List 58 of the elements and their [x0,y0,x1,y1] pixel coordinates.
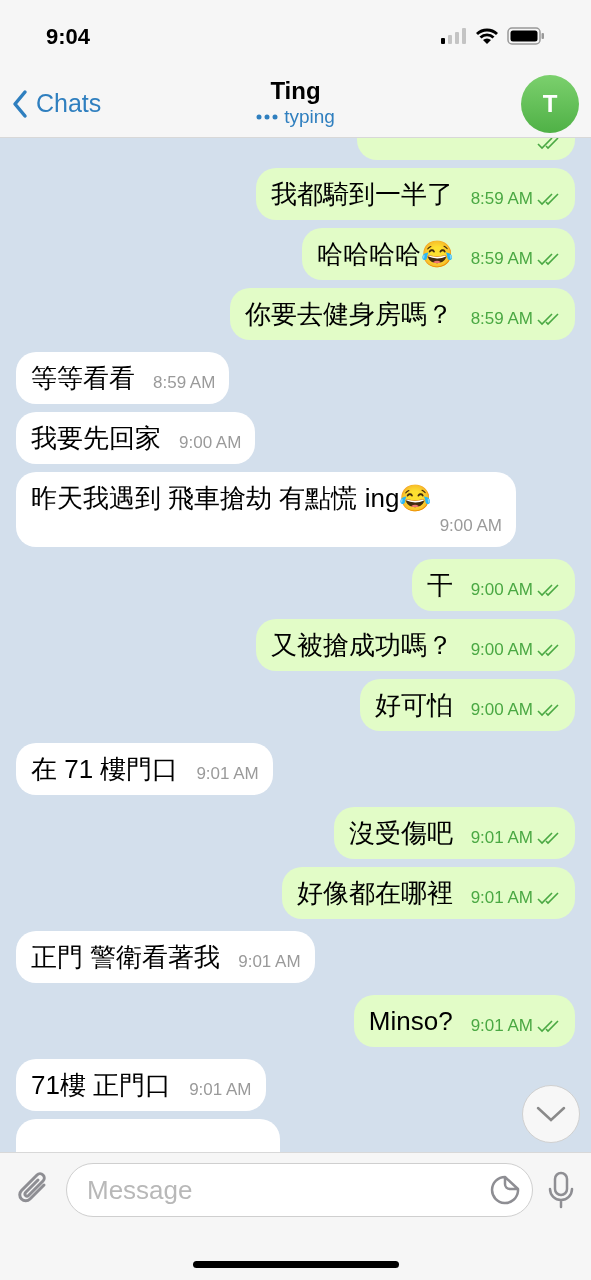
message-text: 你要去健身房嗎？ [244,298,453,331]
message-time: 8:59 AM [470,248,533,270]
outgoing-message-bubble[interactable]: 沒受傷吧 9:01 AM [333,807,575,859]
outgoing-message-bubble[interactable]: 好像都在哪裡 9:01 AM [281,867,575,919]
outgoing-message-bubble[interactable]: 好可怕 9:00 AM [359,679,575,731]
outgoing-message-bubble[interactable]: 干 9:00 AM [411,559,575,611]
back-chevron-icon [12,88,28,119]
outgoing-message-bubble[interactable]: 我都騎到一半了 8:59 AM [255,168,575,220]
message-text: 我要先回家 [31,422,161,455]
message-text: Minso? [368,1005,453,1038]
sticker-icon[interactable] [489,1174,521,1206]
signal-icon [441,28,467,44]
message-text: 又被搶成功嗎？ [270,629,453,662]
message-text: 等等看看 [31,362,135,395]
message-time: 9:01 AM [470,1015,533,1037]
message-time: 9:00 AM [439,515,502,537]
typing-dots-icon [256,113,279,121]
message-time: 9:01 AM [196,763,259,785]
message-time: 9:01 AM [470,887,533,909]
message-field[interactable]: Message [66,1163,533,1217]
message-text: 好可怕 [374,689,453,722]
typing-status: typing [284,106,335,128]
incoming-message-bubble[interactable]: 昨天我遇到 飛車搶劫 有點慌 ing😂 9:00 AM [16,472,516,547]
message-time: 9:00 AM [179,432,242,454]
message-time: 8:59 AM [470,308,533,330]
message-text: 我都騎到一半了 [270,178,453,211]
message-text: 71樓 正門口 [31,1069,172,1102]
message-text: 昨天我遇到 飛車搶劫 有點慌 ing😂 [31,482,432,515]
message-time: 9:01 AM [189,1079,252,1101]
outgoing-message-bubble[interactable]: 又被搶成功嗎？ 9:00 AM [255,619,575,671]
message-text: 哈哈哈哈😂 [316,238,453,271]
message-time: 8:59 AM [470,188,533,210]
message-text: 正門 警衛看著我 [31,941,221,974]
incoming-message-bubble[interactable]: 我要先回家 9:00 AM [16,412,256,464]
message-text: 干 [426,569,453,602]
microphone-icon[interactable] [547,1171,575,1209]
message-time: 9:00 AM [470,639,533,661]
status-time: 9:04 [46,22,91,51]
incoming-message-bubble[interactable]: 等等看看 8:59 AM [16,352,230,404]
message-time: 9:01 AM [238,951,301,973]
wifi-icon [475,27,499,45]
message-time: 9:01 AM [470,827,533,849]
incoming-message-bubble[interactable]: 正門 警衛看著我 9:01 AM [16,931,315,983]
message-time: 8:59 AM [153,372,216,394]
incoming-message-bubble[interactable]: 71樓 正門口 9:01 AM [16,1059,266,1111]
message-text: 好像都在哪裡 [296,877,453,910]
outgoing-message-bubble[interactable]: 哈哈哈哈😂 8:59 AM [301,228,575,280]
back-button[interactable]: Chats [12,84,102,123]
message-time: 9:00 AM [470,699,533,721]
chat-title: Ting [270,76,321,106]
outgoing-message-bubble[interactable]: 你要去健身房嗎？ 8:59 AM [229,288,575,340]
battery-icon [507,27,545,45]
chevron-down-icon [536,1106,566,1122]
message-text: 沒受傷吧 [348,817,453,850]
incoming-message-bubble[interactable]: 在 71 樓門口 9:01 AM [16,743,273,795]
message-text: 在 71 樓門口 [31,753,179,786]
message-time: 9:00 AM [470,579,533,601]
outgoing-message-bubble[interactable]: Minso? 9:01 AM [353,995,575,1047]
